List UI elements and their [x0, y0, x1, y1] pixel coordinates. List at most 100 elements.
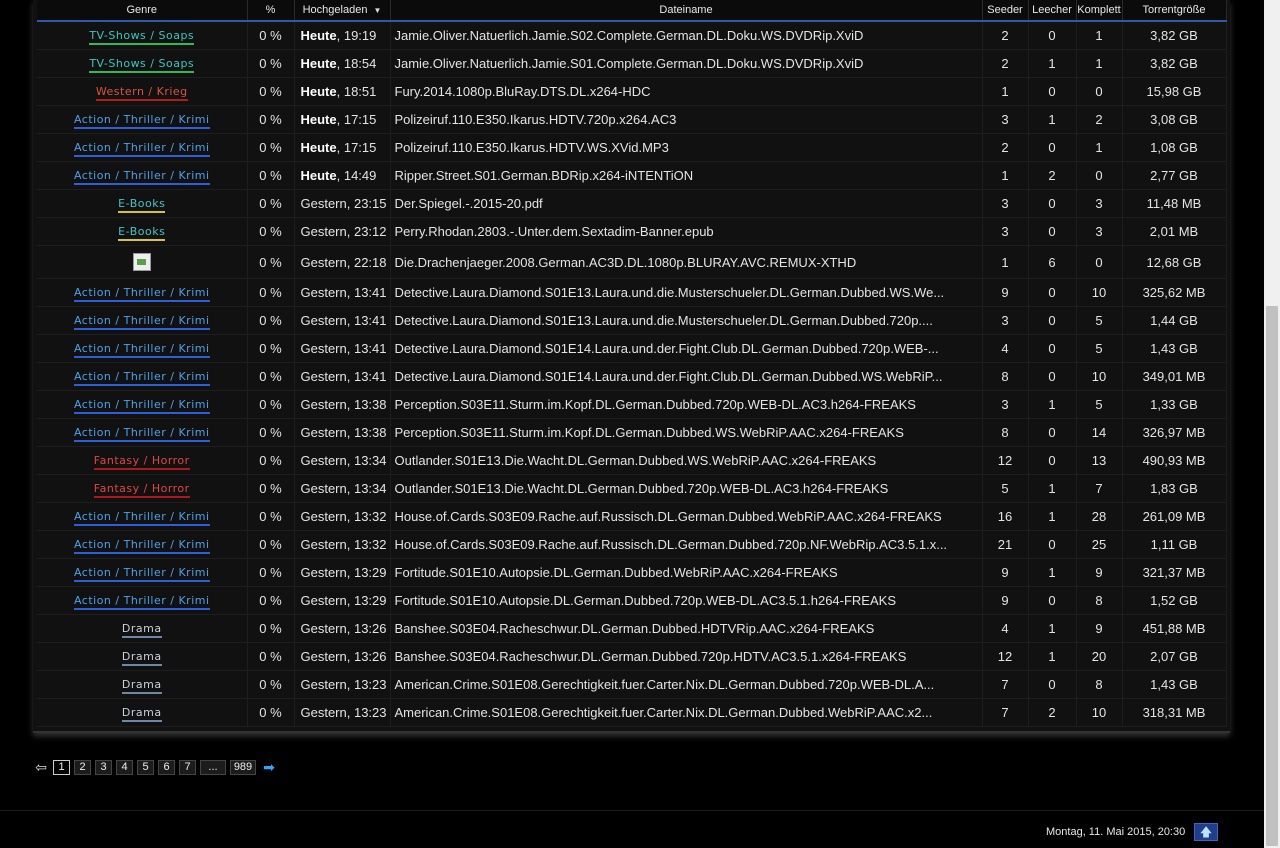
seeder-cell[interactable]: 12 — [982, 446, 1029, 475]
filename-link[interactable]: Detective.Laura.Diamond.S01E13.Laura.und… — [390, 306, 983, 335]
seeder-cell[interactable]: 3 — [982, 390, 1029, 419]
complete-cell[interactable]: 10 — [1076, 698, 1123, 727]
filename-link[interactable]: Detective.Laura.Diamond.S01E13.Laura.und… — [390, 278, 983, 307]
arrow-right-icon[interactable]: ➡ — [261, 759, 277, 776]
seeder-cell[interactable]: 4 — [982, 334, 1029, 363]
seeder-cell[interactable]: 8 — [982, 362, 1029, 391]
leecher-cell[interactable]: 0 — [1028, 21, 1077, 50]
genre-link[interactable]: Action / Thriller / Krimi — [73, 398, 210, 414]
leecher-cell[interactable]: 0 — [1028, 217, 1077, 246]
col-header-leecher[interactable]: Leecher — [1028, 0, 1077, 22]
filename-link[interactable]: Polizeiruf.110.E350.Ikarus.HDTV.WS.XVid.… — [390, 133, 983, 162]
complete-cell[interactable]: 9 — [1076, 614, 1123, 643]
back-to-top-button[interactable]: 🡅 — [1194, 823, 1218, 841]
pagination-page[interactable]: 7 — [179, 759, 196, 775]
genre-link[interactable]: Action / Thriller / Krimi — [73, 510, 210, 526]
genre-link[interactable]: Fantasy / Horror — [93, 454, 190, 470]
filename-link[interactable]: Jamie.Oliver.Natuerlich.Jamie.S01.Comple… — [390, 49, 983, 78]
filename-link[interactable]: American.Crime.S01E08.Gerechtigkeit.fuer… — [390, 670, 983, 699]
col-header-size[interactable]: Torrentgröße — [1122, 0, 1227, 22]
filename-link[interactable]: Perry.Rhodan.2803.-.Unter.dem.Sextadim-B… — [390, 217, 983, 246]
genre-link[interactable]: Action / Thriller / Krimi — [73, 566, 210, 582]
complete-cell[interactable]: 25 — [1076, 530, 1123, 559]
genre-link[interactable]: Action / Thriller / Krimi — [73, 141, 210, 157]
pagination-page[interactable]: 1 — [53, 759, 70, 775]
seeder-cell[interactable]: 9 — [982, 558, 1029, 587]
complete-cell[interactable]: 7 — [1076, 474, 1123, 503]
seeder-cell[interactable]: 21 — [982, 530, 1029, 559]
filename-link[interactable]: Fortitude.S01E10.Autopsie.DL.German.Dubb… — [390, 558, 983, 587]
filename-link[interactable]: Perception.S03E11.Sturm.im.Kopf.DL.Germa… — [390, 418, 983, 447]
leecher-cell[interactable]: 0 — [1028, 446, 1077, 475]
seeder-cell[interactable]: 3 — [982, 217, 1029, 246]
complete-cell[interactable]: 8 — [1076, 586, 1123, 615]
filename-link[interactable]: House.of.Cards.S03E09.Rache.auf.Russisch… — [390, 502, 983, 531]
seeder-cell[interactable]: 1 — [982, 77, 1029, 106]
complete-cell[interactable]: 0 — [1076, 77, 1123, 106]
complete-cell[interactable]: 0 — [1076, 245, 1123, 279]
complete-cell[interactable]: 5 — [1076, 306, 1123, 335]
pagination-page[interactable]: 2 — [74, 759, 91, 775]
col-header-complete[interactable]: Komplett — [1076, 0, 1123, 22]
filename-link[interactable]: Jamie.Oliver.Natuerlich.Jamie.S02.Comple… — [390, 21, 983, 50]
filename-link[interactable]: Fury.2014.1080p.BluRay.DTS.DL.x264-HDC — [390, 77, 983, 106]
filename-link[interactable]: Fortitude.S01E10.Autopsie.DL.German.Dubb… — [390, 586, 983, 615]
leecher-cell[interactable]: 0 — [1028, 133, 1077, 162]
genre-link[interactable]: Fantasy / Horror — [93, 482, 190, 498]
genre-link[interactable]: E-Books — [118, 225, 166, 241]
leecher-cell[interactable]: 1 — [1028, 642, 1077, 671]
leecher-cell[interactable]: 1 — [1028, 614, 1077, 643]
col-header-percent[interactable]: % — [247, 0, 295, 22]
genre-link[interactable]: Action / Thriller / Krimi — [73, 286, 210, 302]
genre-link[interactable]: TV-Shows / Soaps — [89, 29, 195, 45]
genre-link[interactable]: Action / Thriller / Krimi — [73, 370, 210, 386]
complete-cell[interactable]: 8 — [1076, 670, 1123, 699]
pagination-page[interactable]: 6 — [158, 759, 175, 775]
leecher-cell[interactable]: 1 — [1028, 390, 1077, 419]
leecher-cell[interactable]: 1 — [1028, 558, 1077, 587]
filename-link[interactable]: American.Crime.S01E08.Gerechtigkeit.fuer… — [390, 698, 983, 727]
col-header-seeder[interactable]: Seeder — [982, 0, 1029, 22]
seeder-cell[interactable]: 7 — [982, 698, 1029, 727]
leecher-cell[interactable]: 0 — [1028, 418, 1077, 447]
scrollbar-thumb[interactable] — [1266, 306, 1278, 846]
complete-cell[interactable]: 1 — [1076, 21, 1123, 50]
complete-cell[interactable]: 0 — [1076, 161, 1123, 190]
seeder-cell[interactable]: 3 — [982, 189, 1029, 218]
seeder-cell[interactable]: 12 — [982, 642, 1029, 671]
complete-cell[interactable]: 1 — [1076, 133, 1123, 162]
broken-image-icon[interactable] — [132, 253, 151, 271]
complete-cell[interactable]: 9 — [1076, 558, 1123, 587]
seeder-cell[interactable]: 1 — [982, 161, 1029, 190]
genre-link[interactable]: Action / Thriller / Krimi — [73, 426, 210, 442]
genre-link[interactable]: Action / Thriller / Krimi — [73, 113, 210, 129]
leecher-cell[interactable]: 0 — [1028, 530, 1077, 559]
genre-link[interactable]: Western / Krieg — [95, 85, 188, 101]
complete-cell[interactable]: 5 — [1076, 334, 1123, 363]
pagination-last-page[interactable]: 989 — [230, 759, 256, 775]
seeder-cell[interactable]: 7 — [982, 670, 1029, 699]
complete-cell[interactable]: 5 — [1076, 390, 1123, 419]
genre-link[interactable]: E-Books — [118, 197, 166, 213]
seeder-cell[interactable]: 5 — [982, 474, 1029, 503]
filename-link[interactable]: Banshee.S03E04.Racheschwur.DL.German.Dub… — [390, 642, 983, 671]
seeder-cell[interactable]: 2 — [982, 49, 1029, 78]
seeder-cell[interactable]: 3 — [982, 306, 1029, 335]
seeder-cell[interactable]: 2 — [982, 133, 1029, 162]
complete-cell[interactable]: 14 — [1076, 418, 1123, 447]
complete-cell[interactable]: 13 — [1076, 446, 1123, 475]
pagination-page[interactable]: 5 — [137, 759, 154, 775]
leecher-cell[interactable]: 1 — [1028, 474, 1077, 503]
genre-link[interactable]: Action / Thriller / Krimi — [73, 169, 210, 185]
leecher-cell[interactable]: 0 — [1028, 670, 1077, 699]
genre-link[interactable]: TV-Shows / Soaps — [89, 57, 195, 73]
leecher-cell[interactable]: 0 — [1028, 586, 1077, 615]
complete-cell[interactable]: 10 — [1076, 362, 1123, 391]
seeder-cell[interactable]: 9 — [982, 278, 1029, 307]
leecher-cell[interactable]: 0 — [1028, 306, 1077, 335]
complete-cell[interactable]: 2 — [1076, 105, 1123, 134]
leecher-cell[interactable]: 2 — [1028, 161, 1077, 190]
filename-link[interactable]: Polizeiruf.110.E350.Ikarus.HDTV.720p.x26… — [390, 105, 983, 134]
filename-link[interactable]: Die.Drachenjaeger.2008.German.AC3D.DL.10… — [390, 245, 983, 279]
filename-link[interactable]: Detective.Laura.Diamond.S01E14.Laura.und… — [390, 334, 983, 363]
